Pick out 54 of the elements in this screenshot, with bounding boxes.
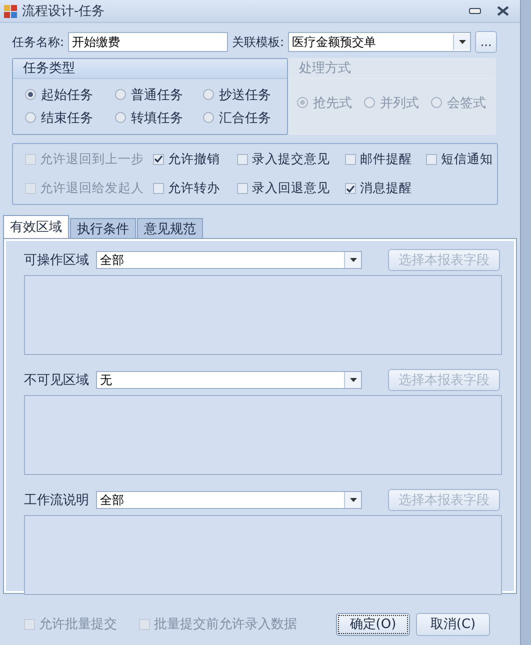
dropdown-value: 全部 <box>99 252 125 268</box>
checkbox[interactable] <box>345 183 356 194</box>
group-title: 处理方式 <box>289 59 495 79</box>
checkbox-option[interactable]: 邮件提醒 <box>345 149 426 169</box>
field-label: 可操作区域 <box>24 252 90 269</box>
radio-button[interactable] <box>115 89 126 100</box>
checkbox[interactable] <box>237 183 248 194</box>
text-area[interactable] <box>24 395 502 475</box>
radio-button[interactable] <box>25 112 36 123</box>
window-title: 流程设计-任务 <box>22 3 105 20</box>
radio-option[interactable]: 汇合任务 <box>203 108 283 127</box>
checkbox[interactable] <box>153 154 164 164</box>
dropdown-value: 无 <box>99 372 113 388</box>
checkbox[interactable] <box>345 154 356 164</box>
field-label: 工作流说明 <box>24 492 90 509</box>
radio-option[interactable]: 转填任务 <box>115 108 203 127</box>
browse-button[interactable]: ... <box>475 31 498 53</box>
dialog-button[interactable]: 确定(O) <box>336 612 410 636</box>
template-dropdown[interactable]: 医疗金额预交单 <box>288 32 472 52</box>
tab[interactable]: 意见规范 <box>137 218 203 238</box>
close-icon <box>497 6 509 16</box>
radio-option[interactable]: 起始任务 <box>25 85 115 104</box>
dropdown-value: 医疗金额预交单 <box>291 34 378 50</box>
radio-button[interactable] <box>25 89 36 100</box>
checkbox[interactable] <box>426 154 437 164</box>
field-label: 关联模板: <box>232 34 284 50</box>
field-label: 任务名称: <box>12 34 64 50</box>
tab[interactable]: 执行条件 <box>70 218 136 238</box>
field-label: 不可见区域 <box>24 372 90 389</box>
dropdown-value: 全部 <box>99 492 125 508</box>
region-dropdown[interactable]: 全部 <box>96 251 362 269</box>
checkbox-option[interactable]: 允许撤销 <box>153 149 237 169</box>
checkbox[interactable] <box>153 183 164 194</box>
checkbox-option[interactable]: 录入回退意见 <box>237 178 345 198</box>
checkbox-option[interactable]: 短信通知 <box>426 149 497 169</box>
text-area[interactable] <box>24 275 502 355</box>
app-icon <box>4 4 17 18</box>
radio-option[interactable]: 普通任务 <box>115 85 203 104</box>
checkbox[interactable] <box>237 154 248 164</box>
checkbox-option[interactable]: 允许转办 <box>153 178 237 198</box>
checkbox-option[interactable]: 录入提交意见 <box>237 149 345 169</box>
checkbox-option[interactable]: 消息提醒 <box>345 178 426 198</box>
region-dropdown[interactable]: 全部 <box>96 491 362 509</box>
region-dropdown[interactable]: 无 <box>96 371 362 389</box>
tab[interactable]: 有效区域 <box>3 215 69 238</box>
radio-option[interactable]: 抄送任务 <box>203 85 283 104</box>
text-area[interactable] <box>24 515 502 595</box>
task-name-field[interactable]: 开始缴费 <box>68 32 228 52</box>
radio-button[interactable] <box>203 112 214 123</box>
group-title: 任务类型 <box>13 59 287 79</box>
radio-option[interactable]: 结束任务 <box>25 108 115 127</box>
dialog-button[interactable]: 取消(C) <box>416 612 490 636</box>
radio-button[interactable] <box>203 89 214 100</box>
radio-button[interactable] <box>115 112 126 123</box>
